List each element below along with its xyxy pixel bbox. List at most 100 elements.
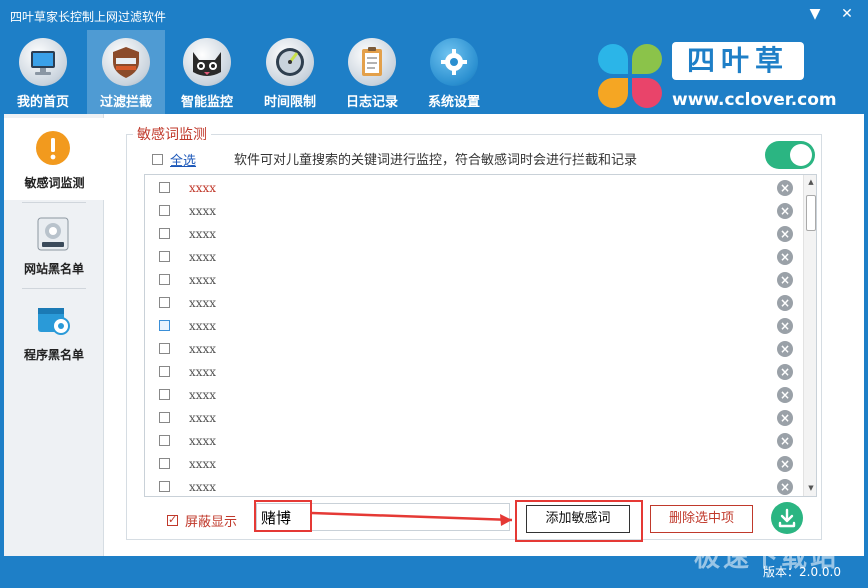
sidebar-item-label: 网站黑名单 xyxy=(23,262,84,276)
list-item[interactable]: xxxx × xyxy=(145,361,803,384)
shield-filter-icon xyxy=(102,38,150,86)
row-checkbox[interactable] xyxy=(159,320,170,331)
list-item[interactable]: xxxx × xyxy=(145,223,803,246)
row-checkbox[interactable] xyxy=(159,205,170,216)
toolbar-label: 我的首页 xyxy=(16,95,69,110)
row-checkbox[interactable] xyxy=(159,481,170,492)
delete-icon[interactable]: × xyxy=(777,364,793,380)
checkbox[interactable] xyxy=(152,154,163,165)
toolbar-item-monitor[interactable]: 智能监控 xyxy=(168,30,246,114)
row-checkbox[interactable] xyxy=(159,458,170,469)
list-item[interactable]: xxxx × xyxy=(145,177,803,200)
monitor-icon xyxy=(19,38,67,86)
add-sensitive-word-button[interactable]: 添加敏感词 xyxy=(526,505,630,533)
list-item[interactable]: xxxx × xyxy=(145,476,803,496)
select-all-label[interactable]: 全选 xyxy=(170,150,196,169)
delete-icon[interactable]: × xyxy=(777,456,793,472)
row-checkbox[interactable] xyxy=(159,182,170,193)
delete-icon[interactable]: × xyxy=(777,203,793,219)
toolbar-item-home[interactable]: 我的首页 xyxy=(4,30,82,114)
sidebar: 敏感词监测 网站黑名单 程序黑名单 xyxy=(4,114,105,556)
list-item[interactable]: xxxx × xyxy=(145,430,803,453)
row-checkbox[interactable] xyxy=(159,297,170,308)
close-button[interactable]: ✕ xyxy=(838,6,856,22)
logo-brand-text: 四叶草 xyxy=(672,42,804,80)
list-item[interactable]: xxxx × xyxy=(145,407,803,430)
url-blacklist-icon xyxy=(37,217,69,251)
list-item[interactable]: xxxx × xyxy=(145,384,803,407)
logo-url: www.cclover.com xyxy=(672,90,837,110)
logo-petal xyxy=(598,78,628,108)
row-checkbox[interactable] xyxy=(159,274,170,285)
word-text: xxxx xyxy=(189,250,217,264)
row-checkbox[interactable] xyxy=(159,228,170,239)
sidebar-item-program-blacklist[interactable]: 程序黑名单 xyxy=(4,290,104,372)
toolbar-label: 时间限制 xyxy=(263,95,316,110)
word-text: xxxx xyxy=(189,388,217,402)
toolbar-item-time[interactable]: 时间限制 xyxy=(251,30,329,114)
word-text: xxxx xyxy=(189,181,217,195)
row-checkbox[interactable] xyxy=(159,251,170,262)
toolbar-label: 智能监控 xyxy=(180,95,233,110)
logo-petal xyxy=(598,44,628,74)
delete-icon[interactable]: × xyxy=(777,226,793,242)
word-text: xxxx xyxy=(189,227,217,241)
sidebar-item-sensitive-words[interactable]: 敏感词监测 xyxy=(4,118,105,200)
delete-icon[interactable]: × xyxy=(777,249,793,265)
divider xyxy=(22,202,86,203)
delete-icon[interactable]: × xyxy=(777,387,793,403)
scroll-thumb[interactable] xyxy=(806,195,816,231)
list-item[interactable]: xxxx × xyxy=(145,453,803,476)
toolbar-item-filter[interactable]: 过滤拦截 xyxy=(87,30,165,114)
list-scrollbar[interactable]: ▲ ▼ xyxy=(803,175,816,496)
delete-icon[interactable]: × xyxy=(777,295,793,311)
list-item[interactable]: xxxx × xyxy=(145,338,803,361)
sidebar-item-url-blacklist[interactable]: 网站黑名单 xyxy=(4,204,104,286)
list-item[interactable]: xxxx × xyxy=(145,292,803,315)
delete-icon[interactable]: × xyxy=(777,318,793,334)
delete-icon[interactable]: × xyxy=(777,433,793,449)
delete-icon[interactable]: × xyxy=(777,410,793,426)
brand-logo: 四叶草 www.cclover.com xyxy=(596,38,862,116)
cat-monitor-icon xyxy=(183,38,231,86)
monitoring-toggle[interactable] xyxy=(765,141,815,169)
warning-icon xyxy=(36,131,70,165)
version-label: 版本：2.0.0.0 xyxy=(763,565,841,579)
toolbar-label: 日志记录 xyxy=(345,95,398,110)
clipboard-icon xyxy=(348,38,396,86)
shield-display-checkbox[interactable]: 屏蔽显示 xyxy=(167,511,237,530)
row-checkbox[interactable] xyxy=(159,366,170,377)
list-item[interactable]: xxxx × xyxy=(145,200,803,223)
list-item[interactable]: xxxx × xyxy=(145,315,803,338)
delete-icon[interactable]: × xyxy=(777,272,793,288)
delete-icon[interactable]: × xyxy=(777,180,793,196)
delete-icon[interactable]: × xyxy=(777,341,793,357)
row-checkbox[interactable] xyxy=(159,389,170,400)
word-text: xxxx xyxy=(189,273,217,287)
row-checkbox[interactable] xyxy=(159,343,170,354)
word-text: xxxx xyxy=(189,365,217,379)
toolbar-item-log[interactable]: 日志记录 xyxy=(333,30,411,114)
word-text: xxxx xyxy=(189,411,217,425)
scroll-up-icon[interactable]: ▲ xyxy=(806,177,816,187)
select-all-checkbox[interactable]: 全选 xyxy=(152,150,196,169)
logo-petal xyxy=(632,44,662,74)
sidebar-item-label: 敏感词监测 xyxy=(24,176,85,190)
delete-icon[interactable]: × xyxy=(777,479,793,495)
download-button[interactable] xyxy=(771,502,803,534)
toolbar-item-settings[interactable]: 系统设置 xyxy=(415,30,493,114)
list-item[interactable]: xxxx × xyxy=(145,246,803,269)
scroll-down-icon[interactable]: ▼ xyxy=(806,483,816,493)
row-checkbox[interactable] xyxy=(159,412,170,423)
word-text: xxxx xyxy=(189,319,217,333)
delete-selected-button[interactable]: 删除选中项 xyxy=(650,505,753,533)
row-checkbox[interactable] xyxy=(159,435,170,446)
checkbox[interactable] xyxy=(167,513,178,526)
word-text: xxxx xyxy=(189,457,217,471)
window-title: 四叶草家长控制上网过滤软件 xyxy=(10,10,167,24)
sensitive-word-input[interactable] xyxy=(256,503,510,531)
minimize-button[interactable]: ▼ xyxy=(806,6,824,22)
word-text: xxxx xyxy=(189,204,217,218)
list-item[interactable]: xxxx × xyxy=(145,269,803,292)
word-text: xxxx xyxy=(189,434,217,448)
